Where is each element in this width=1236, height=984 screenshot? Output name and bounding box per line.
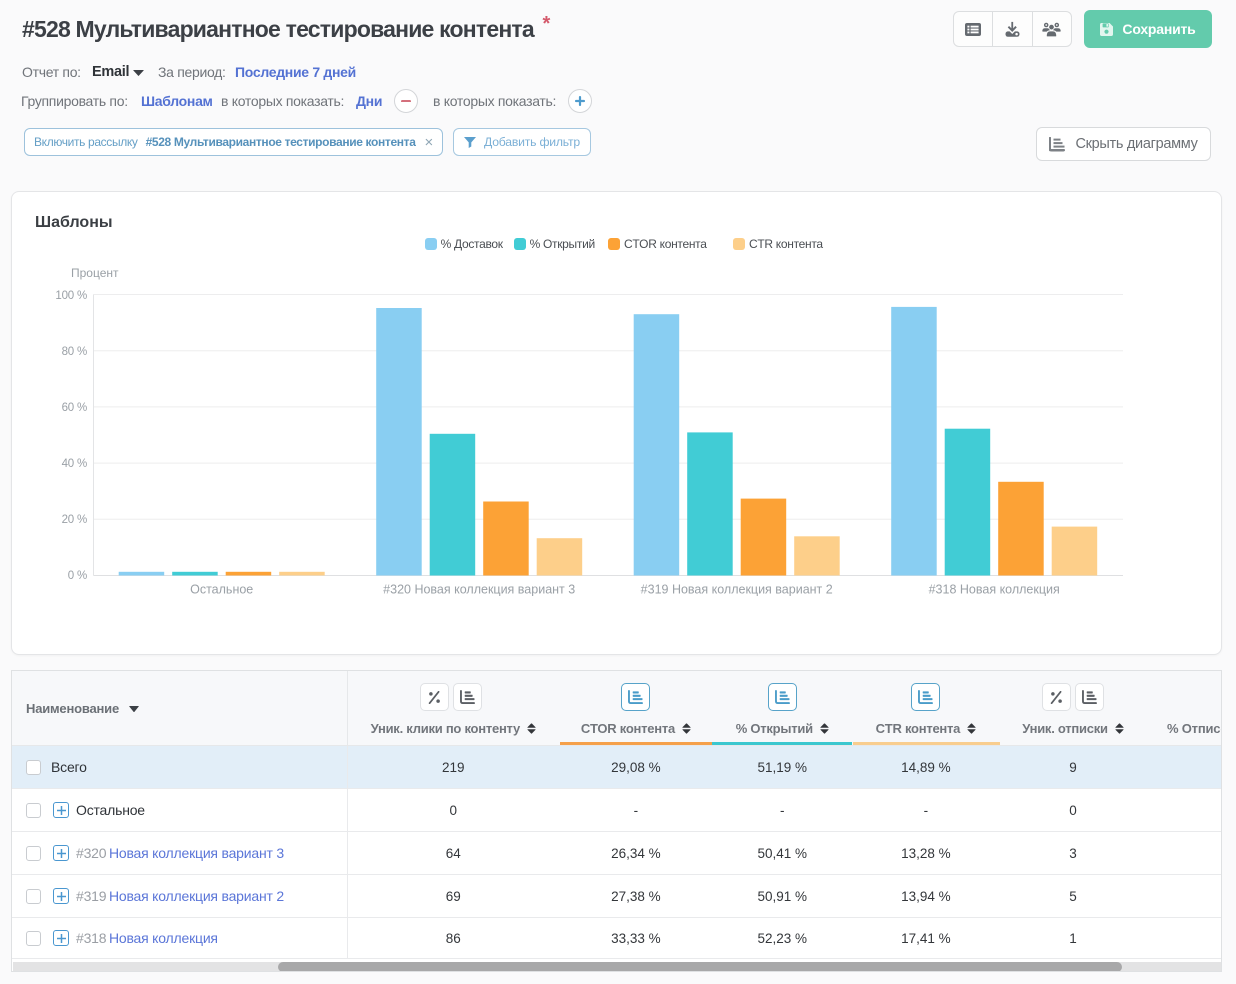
svg-text:#319 Новая коллекция вариант 2: #319 Новая коллекция вариант 2 [641,583,833,597]
svg-text:#320 Новая коллекция вариант 3: #320 Новая коллекция вариант 3 [383,583,575,597]
svg-text:60 %: 60 % [62,402,87,414]
svg-text:0 %: 0 % [68,570,87,582]
svg-text:#318 Новая коллекция: #318 Новая коллекция [929,583,1060,597]
svg-text:Остальное: Остальное [190,583,253,597]
svg-text:40 %: 40 % [62,458,87,470]
svg-text:100 %: 100 % [55,290,87,302]
svg-text:80 %: 80 % [62,346,87,358]
svg-text:20 %: 20 % [62,514,87,526]
